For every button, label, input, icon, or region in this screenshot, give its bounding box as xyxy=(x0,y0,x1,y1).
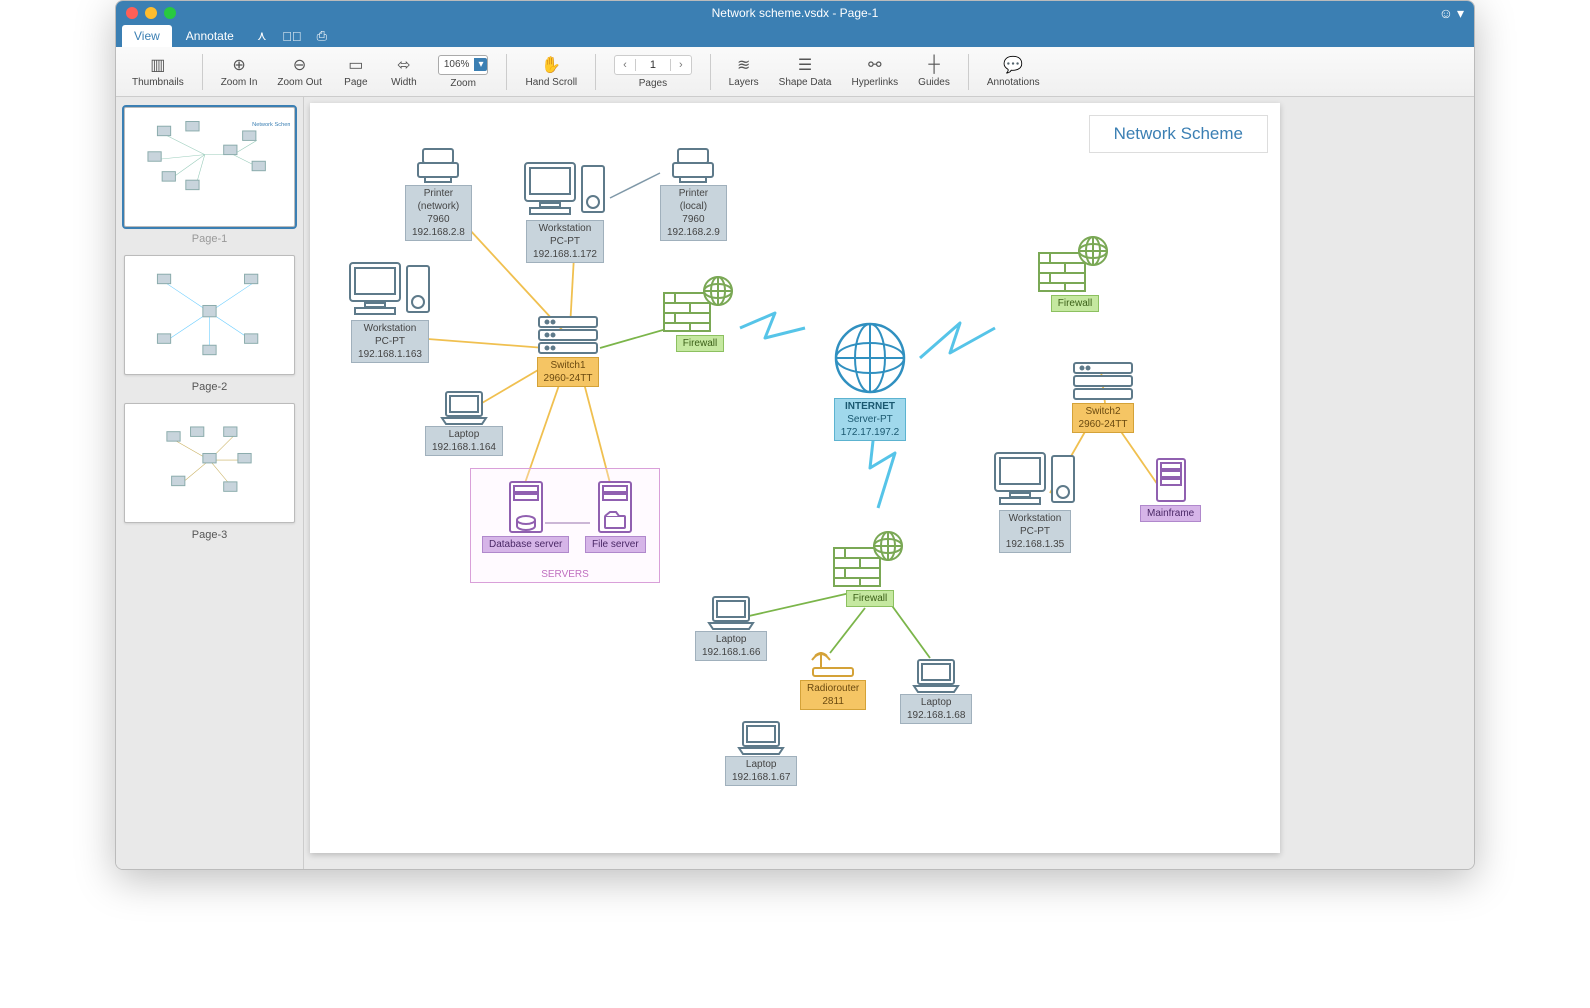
thumbnails-panel: Network Scheme Page-1 Page-2 Page-3 xyxy=(116,97,304,869)
servers-group-label: SERVERS xyxy=(471,569,659,580)
toolbar: ▥Thumbnails ⊕Zoom In ⊖Zoom Out ▭Page ⬄Wi… xyxy=(116,47,1474,97)
thumb-label-1: Page-1 xyxy=(124,233,295,245)
annotations-button[interactable]: 💬Annotations xyxy=(977,53,1050,91)
tab-annotate[interactable]: Annotate xyxy=(174,25,246,47)
node-mainframe[interactable]: Mainframe xyxy=(1140,455,1201,522)
content-area: Network Scheme Page-1 Page-2 Page-3 Netw… xyxy=(116,97,1474,869)
close-button[interactable] xyxy=(126,7,138,19)
node-workstation-3[interactable]: WorkstationPC-PT192.168.1.35 xyxy=(990,448,1080,553)
label: Zoom xyxy=(450,78,476,89)
window-controls xyxy=(126,7,176,19)
node-radiorouter[interactable]: Radiorouter2811 xyxy=(800,648,866,710)
diagram-title: Network Scheme xyxy=(1089,115,1268,153)
canvas-viewport[interactable]: Network Scheme xyxy=(304,97,1474,869)
label: Zoom In xyxy=(221,77,258,88)
edge-fw3-radiorouter xyxy=(830,608,865,653)
label: Zoom Out xyxy=(277,77,321,88)
diagram-canvas: Network Scheme xyxy=(310,103,1280,853)
chevron-down-icon[interactable]: ▾ xyxy=(474,58,487,71)
guides-button[interactable]: ┼Guides xyxy=(908,53,960,91)
node-firewall-3[interactable]: Firewall xyxy=(830,528,910,607)
zoom-out-button[interactable]: ⊖Zoom Out xyxy=(267,53,331,91)
label: Shape Data xyxy=(779,77,832,88)
label: Hyperlinks xyxy=(851,77,898,88)
bolt-fw1-internet xyxy=(740,313,805,338)
node-workstation-1[interactable]: WorkstationPC-PT192.168.1.172 xyxy=(520,158,610,263)
label: Pages xyxy=(639,78,667,89)
node-workstation-2[interactable]: WorkstationPC-PT192.168.1.163 xyxy=(345,258,435,363)
thumbnail-page-1[interactable]: Network Scheme xyxy=(124,107,295,227)
node-database-server[interactable]: Database server xyxy=(482,478,569,553)
menubar: View Annotate ⋏ ✎⃝ ⎙ xyxy=(116,25,1474,47)
thumbnail-page-2[interactable] xyxy=(124,255,295,375)
label: Hand Scroll xyxy=(525,77,577,88)
maximize-button[interactable] xyxy=(164,7,176,19)
zoom-width-button[interactable]: ⬄Width xyxy=(380,53,428,91)
bolt-internet-fw2 xyxy=(920,323,995,358)
node-laptop-3[interactable]: Laptop192.168.1.67 xyxy=(725,718,797,786)
zoom-value: 106% xyxy=(439,59,475,70)
zoom-page-button[interactable]: ▭Page xyxy=(332,53,380,91)
node-laptop-2[interactable]: Laptop192.168.1.66 xyxy=(695,593,767,661)
zoom-in-button[interactable]: ⊕Zoom In xyxy=(211,53,268,91)
print-icon[interactable]: ⎙ xyxy=(308,25,336,47)
label: Page xyxy=(344,77,367,88)
titlebar: Network scheme.vsdx - Page-1 ☺ ▾ xyxy=(116,1,1474,25)
hyperlinks-button[interactable]: ⚯Hyperlinks xyxy=(841,53,908,91)
node-printer-local[interactable]: Printer(local)7960192.168.2.9 xyxy=(660,143,727,241)
minimize-button[interactable] xyxy=(145,7,157,19)
app-window: Network scheme.vsdx - Page-1 ☺ ▾ View An… xyxy=(115,0,1475,870)
thumb-label-3: Page-3 xyxy=(124,529,295,541)
label: Annotations xyxy=(987,77,1040,88)
page-number: 1 xyxy=(635,59,671,71)
shape-data-button[interactable]: ☰Shape Data xyxy=(769,53,842,91)
label: Thumbnails xyxy=(132,77,184,88)
node-switch-1[interactable]: Switch12960-24TT xyxy=(535,313,601,387)
node-internet[interactable]: INTERNETServer-PT172.17.197.2 xyxy=(830,318,910,441)
svg-text:Network Scheme: Network Scheme xyxy=(252,122,290,128)
titlebar-menu[interactable]: ☺ ▾ xyxy=(1439,5,1464,22)
pages-nav[interactable]: ‹1› Pages xyxy=(604,52,701,92)
signature-icon[interactable]: ✎⃝ xyxy=(278,25,306,47)
node-firewall-2[interactable]: Firewall xyxy=(1035,233,1115,312)
hand-scroll-button[interactable]: ✋Hand Scroll xyxy=(515,53,587,91)
node-laptop-4[interactable]: Laptop192.168.1.68 xyxy=(900,656,972,724)
pdf-icon[interactable]: ⋏ xyxy=(248,25,276,47)
thumbnails-button[interactable]: ▥Thumbnails xyxy=(122,53,194,91)
node-printer-network[interactable]: Printer(network)7960192.168.2.8 xyxy=(405,143,472,241)
tab-view[interactable]: View xyxy=(122,25,172,47)
label: Layers xyxy=(729,77,759,88)
thumbnail-page-3[interactable] xyxy=(124,403,295,523)
layers-button[interactable]: ≋Layers xyxy=(719,53,769,91)
label: Guides xyxy=(918,77,950,88)
prev-page-button[interactable]: ‹ xyxy=(615,59,635,71)
window-title: Network scheme.vsdx - Page-1 xyxy=(116,6,1474,20)
thumb-label-2: Page-2 xyxy=(124,381,295,393)
edge-ws1-printerlocal xyxy=(610,173,660,198)
next-page-button[interactable]: › xyxy=(671,59,691,71)
node-firewall-1[interactable]: Firewall xyxy=(660,273,740,352)
node-laptop-1[interactable]: Laptop192.168.1.164 xyxy=(425,388,503,456)
node-file-server[interactable]: File server xyxy=(585,478,646,553)
node-switch-2[interactable]: Switch22960-24TT xyxy=(1070,359,1136,433)
zoom-level[interactable]: 106%▾ Zoom xyxy=(428,52,499,92)
edge-fw3-laptop4 xyxy=(890,603,930,658)
label: Width xyxy=(391,77,417,88)
